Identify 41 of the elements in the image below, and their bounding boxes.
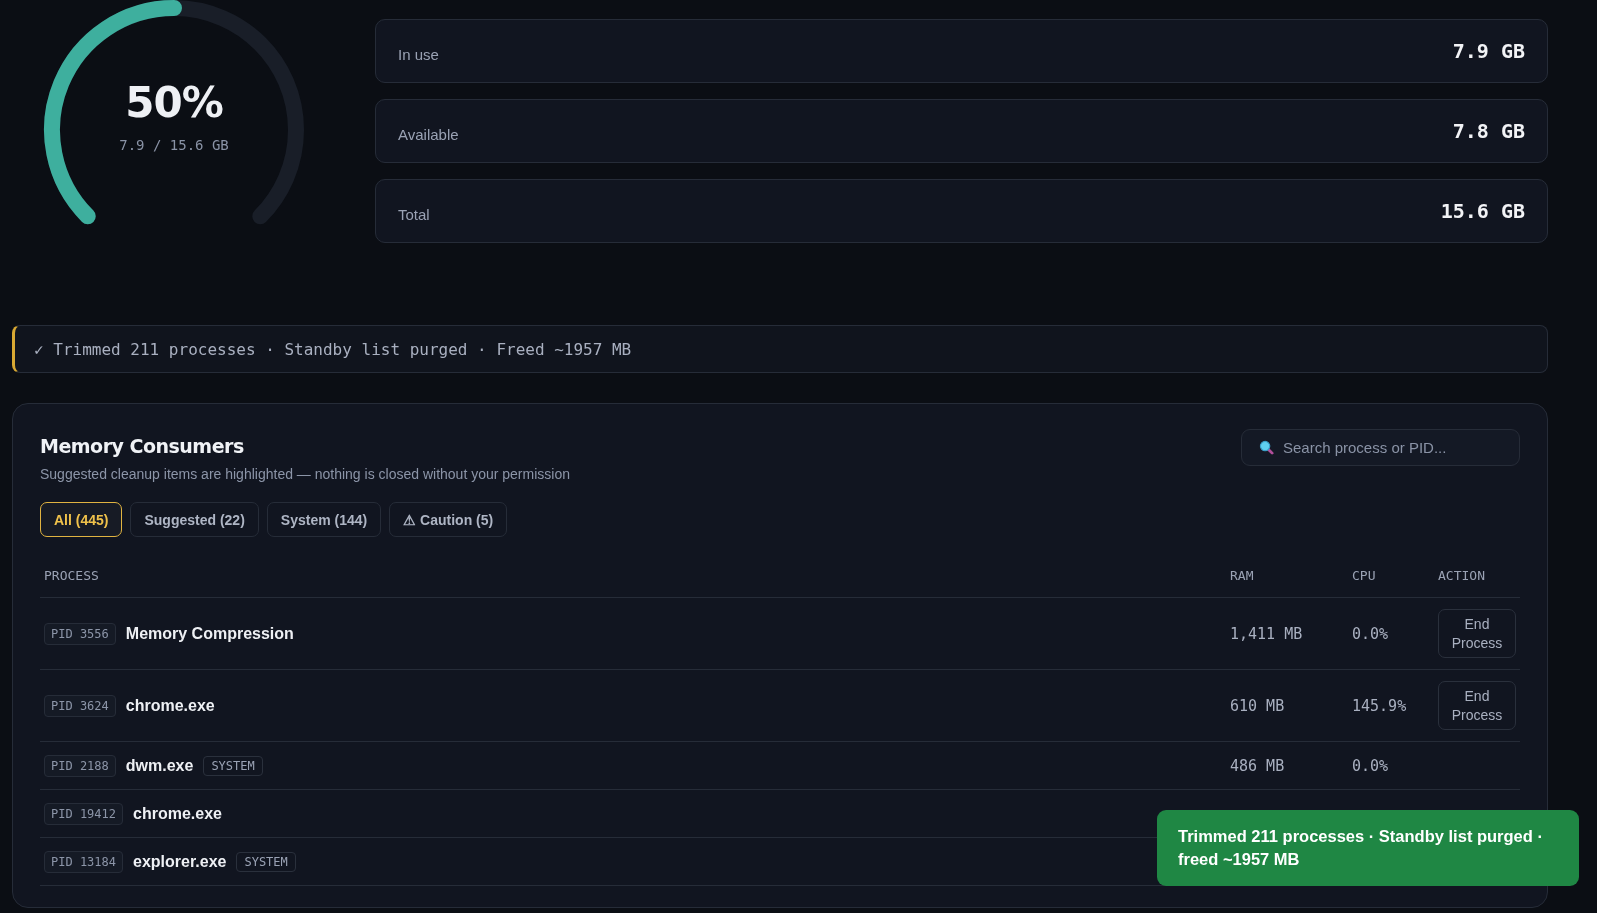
end-process-button[interactable]: End Process bbox=[1438, 681, 1516, 730]
process-name: chrome.exe bbox=[125, 696, 215, 715]
ram-value: 610 MB bbox=[1230, 696, 1286, 715]
stat-label: Total bbox=[398, 205, 430, 223]
stat-value: 7.8 GB bbox=[1452, 119, 1525, 143]
gauge-detail: 7.9 / 15.6 GB bbox=[119, 137, 229, 153]
stat-value: 7.9 GB bbox=[1452, 39, 1525, 63]
stat-value: 15.6 GB bbox=[1440, 199, 1525, 223]
gauge-percent: 50% bbox=[125, 78, 223, 127]
pid-badge: PID 13184 bbox=[44, 850, 124, 873]
system-tag: SYSTEM bbox=[203, 755, 263, 776]
process-name: explorer.exe bbox=[133, 852, 227, 871]
column-header: ACTION bbox=[1438, 568, 1486, 583]
section-subtitle: Suggested cleanup items are highlighted — nothing is closed without your permission bbox=[40, 466, 570, 482]
filter-tab[interactable]: Suggested (22) bbox=[130, 502, 259, 537]
pid-badge: PID 19412 bbox=[44, 802, 124, 825]
ram-value: 486 MB bbox=[1230, 756, 1286, 775]
filter-tab[interactable]: ⚠ Caution (5) bbox=[389, 502, 508, 537]
section-title: Memory Consumers bbox=[40, 435, 245, 457]
column-header: PROCESS bbox=[44, 568, 100, 583]
cpu-value: 145.9% bbox=[1352, 696, 1408, 715]
process-name: Memory Compression bbox=[125, 624, 294, 643]
column-header: CPU bbox=[1352, 568, 1377, 583]
pid-badge: PID 2188 bbox=[44, 754, 116, 777]
pid-badge: PID 3556 bbox=[44, 622, 116, 645]
cpu-value: 0.0% bbox=[1352, 624, 1390, 643]
stat-label: In use bbox=[398, 45, 439, 63]
search-field[interactable]: Search process or PID... bbox=[1241, 429, 1520, 466]
filter-tab[interactable]: All (445) bbox=[40, 502, 123, 537]
ram-value: 1,411 MB bbox=[1230, 624, 1304, 643]
process-name: chrome.exe bbox=[133, 804, 222, 823]
status-message: ✓ Trimmed 211 processes · Standby list purged · Freed ~1957 MB bbox=[34, 339, 632, 359]
stat-label: Available bbox=[398, 125, 459, 143]
filter-tab[interactable]: System (144) bbox=[266, 502, 382, 537]
toast-message: Trimmed 211 processes · Standby list purged · freed ~1957 MB bbox=[1178, 827, 1543, 868]
end-process-button[interactable]: End Process bbox=[1438, 609, 1516, 658]
process-name: dwm.exe bbox=[125, 756, 194, 775]
column-header: RAM bbox=[1230, 568, 1255, 583]
system-tag: SYSTEM bbox=[236, 851, 296, 872]
pid-badge: PID 3624 bbox=[44, 694, 116, 717]
cpu-value: 0.0% bbox=[1352, 756, 1390, 775]
